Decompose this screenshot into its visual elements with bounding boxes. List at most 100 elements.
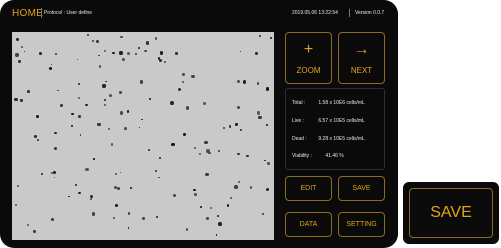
results-panel: Total : 1.58 x 10E6 cells/mL Live : 6.57… — [285, 88, 385, 170]
cell-dot — [237, 105, 241, 109]
cell-dot — [145, 41, 150, 45]
cell-dot — [163, 60, 166, 63]
next-button[interactable]: → NEXT — [338, 32, 385, 84]
viability-row: Viability : 41.46 % — [292, 153, 344, 159]
data-label: DATA — [299, 221, 318, 228]
save-button-zoomed[interactable]: SAVE — [403, 182, 499, 244]
save-label: SAVE — [352, 185, 371, 192]
cell-dot — [149, 97, 152, 100]
protocol-label: Protocol : User define — [44, 10, 93, 16]
cell-dot — [39, 51, 43, 55]
setting-label: SETTING — [346, 221, 377, 228]
cell-dot — [256, 82, 259, 85]
dead-label: Dead : — [292, 136, 307, 142]
next-label: NEXT — [350, 66, 373, 75]
cell-dot — [265, 87, 270, 92]
cell-dot — [71, 124, 74, 127]
cell-dot — [239, 50, 242, 53]
cell-dot — [147, 149, 150, 152]
save-zoomed-label: SAVE — [409, 188, 493, 238]
cell-dot — [14, 97, 19, 102]
cell-dot — [119, 171, 122, 174]
cell-dot — [183, 133, 186, 137]
cell-dot — [14, 204, 17, 206]
cell-dot — [126, 52, 130, 55]
cell-dot — [76, 58, 79, 61]
cell-dot — [155, 215, 159, 219]
cell-dot — [124, 127, 128, 130]
cell-dot — [97, 122, 101, 127]
top-bar: HOME Protocol : User define 2019.05.06 1… — [0, 0, 398, 30]
cell-dot — [240, 129, 243, 132]
cell-dot — [54, 131, 57, 135]
home-button[interactable]: HOME — [12, 8, 43, 19]
cell-dot — [127, 212, 131, 215]
cell-dot — [258, 35, 261, 38]
cell-image-panel[interactable] — [12, 32, 274, 240]
total-value: 1.58 x 10E6 cells/mL — [318, 100, 365, 106]
cell-dot — [53, 176, 56, 179]
cell-dot — [141, 217, 145, 221]
cell-dot — [186, 106, 190, 110]
cell-dot — [78, 191, 81, 195]
cell-dot — [255, 52, 259, 55]
cell-dot — [104, 104, 106, 106]
cell-dot — [119, 91, 122, 95]
cell-dot — [200, 205, 203, 208]
cell-dot — [21, 46, 24, 49]
cell-dot — [27, 90, 30, 94]
cell-dot — [261, 212, 265, 216]
divider — [41, 8, 42, 18]
cell-dot — [105, 80, 107, 83]
cell-dot — [235, 123, 238, 126]
cell-dot — [218, 221, 223, 226]
zoom-label: ZOOM — [296, 66, 321, 75]
cell-dot — [91, 39, 94, 42]
cell-dot — [78, 115, 81, 118]
dead-row: Dead : 9.28 x 10E5 cells/mL — [292, 136, 365, 142]
datetime-label: 2019.05.06 13:22:54 — [292, 10, 338, 16]
cell-dot — [77, 96, 81, 100]
zoom-button[interactable]: + ZOOM — [285, 32, 332, 84]
cell-dot — [154, 37, 158, 40]
cell-dot — [135, 52, 138, 55]
cell-dot — [250, 186, 253, 189]
data-button[interactable]: DATA — [285, 212, 332, 237]
cell-dot — [169, 101, 174, 105]
cell-dot — [159, 59, 162, 62]
setting-button[interactable]: SETTING — [338, 212, 385, 237]
viability-label: Viability : — [292, 153, 312, 159]
cell-dot — [137, 47, 140, 50]
cell-dot — [171, 143, 175, 147]
cell-dot — [138, 126, 141, 129]
cell-dot — [98, 65, 102, 68]
cell-dot — [215, 234, 218, 236]
cell-dot — [144, 49, 147, 53]
cell-dot — [210, 207, 213, 210]
cell-dot — [191, 74, 195, 78]
dead-value: 9.28 x 10E5 cells/mL — [318, 136, 365, 142]
cell-dot — [103, 50, 106, 53]
cell-dot — [154, 169, 158, 173]
cell-dot — [51, 217, 55, 221]
cell-dot — [266, 187, 270, 191]
cell-dot — [26, 223, 29, 226]
cell-dot — [185, 228, 189, 231]
cell-dot — [48, 67, 53, 71]
cell-dot — [246, 155, 249, 158]
save-button[interactable]: SAVE — [338, 176, 385, 201]
cell-dot — [20, 99, 23, 103]
total-row: Total : 1.58 x 10E6 cells/mL — [292, 100, 365, 106]
cell-dot — [23, 50, 26, 53]
cell-dot — [223, 126, 226, 130]
cell-dot — [205, 172, 209, 177]
cell-dot — [203, 102, 206, 105]
edit-button[interactable]: EDIT — [285, 176, 332, 201]
cell-dot — [55, 53, 57, 55]
cell-dot — [130, 186, 132, 189]
cell-dot — [226, 204, 230, 207]
cell-dot — [95, 39, 99, 43]
cell-dot — [121, 58, 125, 61]
live-row: Live : 6.57 x 10E5 cells/mL — [292, 118, 365, 124]
cell-dot — [242, 80, 247, 84]
